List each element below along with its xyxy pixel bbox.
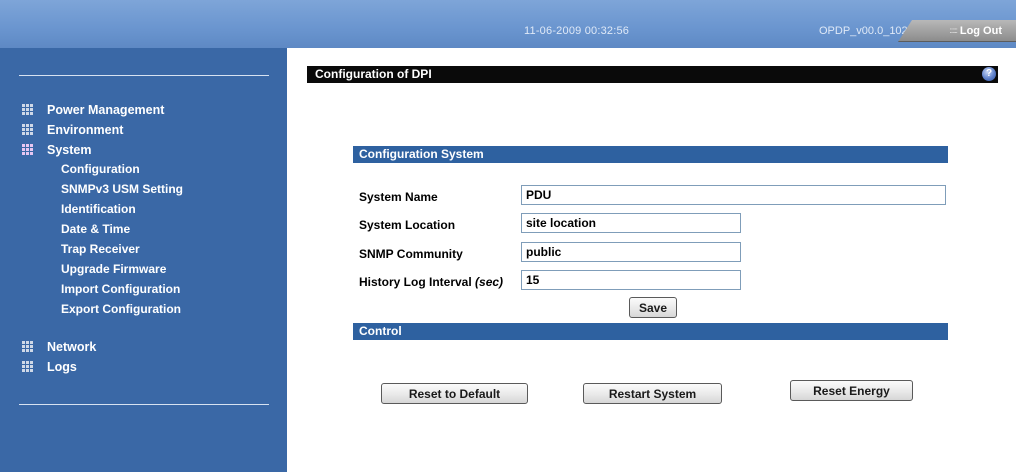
sidebar-subitem-snmpv3-usm-setting[interactable]: SNMPv3 USM Setting (61, 182, 183, 196)
sidebar-item-network[interactable]: Network (22, 339, 96, 355)
system-name-input[interactable] (521, 185, 946, 205)
sidebar-item-system[interactable]: System (22, 142, 91, 158)
sidebar-divider-top (19, 75, 269, 76)
history-log-interval-label: History Log Interval (sec) (359, 275, 503, 289)
grid-icon (22, 104, 34, 116)
sidebar-item-label: Network (47, 340, 97, 354)
system-name-label: System Name (359, 190, 438, 204)
grid-icon (22, 341, 34, 353)
system-location-label: System Location (359, 218, 456, 232)
sidebar-item-label: System (47, 143, 92, 157)
restart-system-button[interactable]: Restart System (583, 383, 722, 404)
sidebar-item-label: Environment (47, 123, 124, 137)
sidebar-item-label: Power Management (47, 103, 165, 117)
sidebar-subitem-upgrade-firmware[interactable]: Upgrade Firmware (61, 262, 166, 276)
snmp-community-label: SNMP Community (359, 247, 463, 261)
section-header-configuration-system: Configuration System (353, 146, 948, 163)
sidebar-subitem-date-time[interactable]: Date & Time (61, 222, 130, 236)
history-log-interval-label-text: History Log Interval (359, 275, 472, 289)
grid-icon (22, 144, 34, 156)
sidebar-divider-bottom (19, 404, 269, 405)
logout-grip-icon: :::::: (949, 26, 958, 35)
help-icon[interactable]: ? (982, 67, 996, 81)
sidebar-subitem-import-configuration[interactable]: Import Configuration (61, 282, 180, 296)
grid-icon (22, 361, 34, 373)
sidebar: Power Management Environment System Conf… (0, 48, 287, 472)
page-title-bar: Configuration of DPI ? (307, 66, 998, 83)
history-log-interval-unit: (sec) (475, 275, 504, 289)
grid-icon (22, 124, 34, 136)
sidebar-subitem-trap-receiver[interactable]: Trap Receiver (61, 242, 140, 256)
sidebar-item-label: Logs (47, 360, 77, 374)
page-title: Configuration of DPI (315, 67, 432, 81)
sidebar-subitem-configuration[interactable]: Configuration (61, 162, 140, 176)
section-header-control: Control (353, 323, 948, 340)
system-location-input[interactable] (521, 213, 741, 233)
logout-button[interactable]: :::::: Log Out (898, 20, 1016, 42)
firmware-version: OPDP_v00.0_1029 (819, 25, 914, 37)
sidebar-subitem-identification[interactable]: Identification (61, 202, 136, 216)
top-bar: 11-06-2009 00:32:56 OPDP_v00.0_1029 ::::… (0, 0, 1016, 48)
history-log-interval-input[interactable] (521, 270, 741, 290)
logout-label: Log Out (959, 24, 1002, 37)
snmp-community-input[interactable] (521, 242, 741, 262)
sidebar-subitem-export-configuration[interactable]: Export Configuration (61, 302, 181, 316)
reset-to-default-button[interactable]: Reset to Default (381, 383, 528, 404)
sidebar-item-logs[interactable]: Logs (22, 359, 77, 375)
sidebar-item-power-management[interactable]: Power Management (22, 102, 164, 118)
datetime-display: 11-06-2009 00:32:56 (524, 25, 630, 37)
reset-energy-button[interactable]: Reset Energy (790, 380, 913, 401)
save-button[interactable]: Save (629, 297, 677, 318)
sidebar-item-environment[interactable]: Environment (22, 122, 123, 138)
